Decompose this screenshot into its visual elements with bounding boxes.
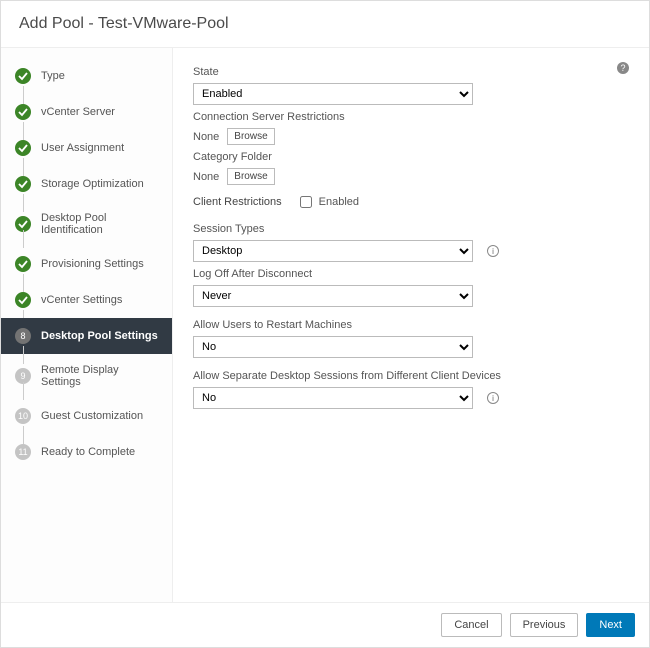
help-icon[interactable]: ? <box>617 62 629 74</box>
step-guest-customization[interactable]: 10 Guest Customization <box>1 398 172 434</box>
client-restrictions-label: Client Restrictions <box>193 196 282 208</box>
check-icon <box>15 292 31 308</box>
step-label: Remote Display Settings <box>41 364 160 388</box>
modal-title: Add Pool - Test-VMware-Pool <box>19 15 229 32</box>
modal-header: Add Pool - Test-VMware-Pool <box>1 1 649 48</box>
check-icon <box>15 104 31 120</box>
client-enabled-label: Enabled <box>319 196 359 208</box>
check-icon <box>15 68 31 84</box>
step-provisioning-settings[interactable]: Provisioning Settings <box>1 246 172 282</box>
step-label: Type <box>41 70 65 82</box>
step-label: User Assignment <box>41 142 124 154</box>
client-enabled-checkbox-group[interactable]: Enabled <box>296 193 359 211</box>
modal-body: Type vCenter Server User Assignment <box>1 48 649 602</box>
step-vcenter-server[interactable]: vCenter Server <box>1 94 172 130</box>
step-number-icon: 11 <box>15 444 31 460</box>
restart-select[interactable]: No <box>193 336 473 358</box>
logoff-select[interactable]: Never <box>193 285 473 307</box>
step-number-icon: 8 <box>15 328 31 344</box>
check-icon <box>15 256 31 272</box>
state-select[interactable]: Enabled <box>193 83 473 105</box>
separate-sessions-select[interactable]: No <box>193 387 473 409</box>
add-pool-modal: Add Pool - Test-VMware-Pool Type vCenter… <box>0 0 650 648</box>
step-vcenter-settings[interactable]: vCenter Settings <box>1 282 172 318</box>
step-number-icon: 10 <box>15 408 31 424</box>
form-content: ? State Enabled Connection Server Restri… <box>173 48 649 602</box>
step-label: Ready to Complete <box>41 446 135 458</box>
step-desktop-pool-identification[interactable]: Desktop Pool Identification <box>1 202 172 246</box>
step-label: vCenter Settings <box>41 294 122 306</box>
csr-value: None <box>193 131 219 143</box>
separate-sessions-label: Allow Separate Desktop Sessions from Dif… <box>193 370 625 382</box>
logoff-label: Log Off After Disconnect <box>193 268 625 280</box>
step-remote-display-settings[interactable]: 9 Remote Display Settings <box>1 354 172 398</box>
session-types-label: Session Types <box>193 223 625 235</box>
step-label: Storage Optimization <box>41 178 144 190</box>
client-enabled-checkbox[interactable] <box>300 196 312 208</box>
step-type[interactable]: Type <box>1 58 172 94</box>
category-value: None <box>193 171 219 183</box>
step-desktop-pool-settings[interactable]: 8 Desktop Pool Settings <box>1 318 172 354</box>
restart-label: Allow Users to Restart Machines <box>193 319 625 331</box>
info-icon[interactable]: i <box>487 245 499 257</box>
modal-footer: Cancel Previous Next <box>1 602 649 647</box>
wizard-sidebar: Type vCenter Server User Assignment <box>1 48 173 602</box>
category-browse-button[interactable]: Browse <box>227 168 274 185</box>
step-label: Desktop Pool Settings <box>41 330 158 342</box>
check-icon <box>15 140 31 156</box>
step-label: Provisioning Settings <box>41 258 144 270</box>
step-label: vCenter Server <box>41 106 115 118</box>
state-label: State <box>193 66 625 78</box>
step-label: Guest Customization <box>41 410 143 422</box>
previous-button[interactable]: Previous <box>510 613 579 637</box>
step-user-assignment[interactable]: User Assignment <box>1 130 172 166</box>
session-types-select[interactable]: Desktop <box>193 240 473 262</box>
next-button[interactable]: Next <box>586 613 635 637</box>
info-icon[interactable]: i <box>487 392 499 404</box>
cancel-button[interactable]: Cancel <box>441 613 501 637</box>
step-label: Desktop Pool Identification <box>41 212 160 236</box>
check-icon <box>15 176 31 192</box>
category-label: Category Folder <box>193 151 625 163</box>
csr-browse-button[interactable]: Browse <box>227 128 274 145</box>
step-ready-to-complete[interactable]: 11 Ready to Complete <box>1 434 172 470</box>
csr-label: Connection Server Restrictions <box>193 111 625 123</box>
step-storage-optimization[interactable]: Storage Optimization <box>1 166 172 202</box>
